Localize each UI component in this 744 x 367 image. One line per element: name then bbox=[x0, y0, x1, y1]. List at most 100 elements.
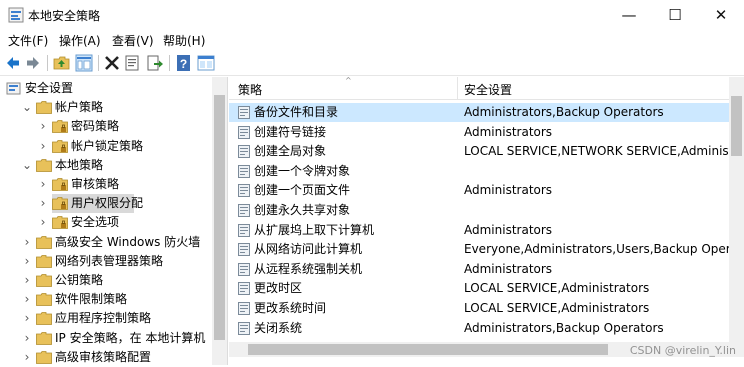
policy-row[interactable]: 从远程系统强制关机 Administrators bbox=[229, 260, 729, 279]
policy-security-setting: Administrators,Backup Operators bbox=[464, 105, 664, 119]
policy-row[interactable]: 创建一个令牌对象 bbox=[229, 162, 729, 181]
security-settings-icon bbox=[6, 82, 21, 95]
expand-chevron-icon[interactable]: › bbox=[22, 309, 32, 328]
policy-row[interactable]: 创建一个页面文件 Administrators bbox=[229, 181, 729, 200]
policy-name: 从扩展坞上取下计算机 bbox=[254, 223, 375, 237]
policy-name: 更改系统时间 bbox=[254, 301, 327, 315]
policy-item-icon bbox=[238, 302, 250, 315]
policy-name: 创建符号链接 bbox=[254, 125, 327, 139]
svg-text:?: ? bbox=[180, 57, 187, 71]
expand-chevron-icon[interactable]: › bbox=[38, 117, 48, 136]
policy-folder-icon bbox=[36, 101, 52, 114]
menu-help[interactable]: 帮助(H) bbox=[163, 32, 205, 49]
policy-security-setting: LOCAL SERVICE,Administrators bbox=[464, 301, 650, 315]
policy-name: 创建一个页面文件 bbox=[254, 183, 351, 197]
list-scroll-thumb[interactable] bbox=[731, 96, 742, 156]
policy-row[interactable]: 关闭系统 Administrators,Backup Operators bbox=[229, 319, 729, 338]
expand-chevron-icon[interactable]: › bbox=[38, 213, 48, 232]
policy-row[interactable]: 备份文件和目录 Administrators,Backup Operators bbox=[229, 103, 729, 122]
policy-folder-icon bbox=[52, 216, 68, 229]
policy-folder-icon bbox=[52, 178, 68, 191]
policy-item-icon bbox=[238, 106, 250, 119]
policy-row[interactable]: 更改系统时间 LOCAL SERVICE,Administrators bbox=[229, 299, 729, 318]
help-icon[interactable]: ? bbox=[175, 54, 193, 72]
policy-folder-icon bbox=[36, 159, 52, 172]
toolbar: ? bbox=[0, 51, 744, 76]
policy-name: 从网络访问此计算机 bbox=[254, 242, 363, 256]
policy-row[interactable]: 从网络访问此计算机 Everyone,Administrators,Users,B… bbox=[229, 240, 729, 259]
policy-name: 创建永久共享对象 bbox=[254, 203, 351, 217]
policy-name: 从远程系统强制关机 bbox=[254, 262, 363, 276]
tree-node-label: 用户权限分配 bbox=[71, 196, 144, 210]
tree-node-label: 应用程序控制策略 bbox=[55, 311, 152, 325]
forward-icon[interactable] bbox=[24, 54, 42, 72]
security-policy-app-icon bbox=[8, 7, 24, 23]
policy-item-icon bbox=[238, 165, 250, 178]
close-button[interactable]: ✕ bbox=[698, 0, 744, 30]
delete-icon[interactable] bbox=[103, 54, 121, 72]
menu-file[interactable]: 文件(F) bbox=[8, 32, 48, 49]
policy-folder-icon bbox=[52, 120, 68, 133]
policy-security-setting: Administrators bbox=[464, 223, 553, 237]
policy-row[interactable]: 创建永久共享对象 bbox=[229, 201, 729, 220]
policy-security-setting: LOCAL SERVICE,Administrators bbox=[464, 281, 650, 295]
tree-scroll-thumb[interactable] bbox=[214, 95, 225, 340]
expand-chevron-icon[interactable]: › bbox=[22, 271, 32, 290]
tree-node-label: IP 安全策略，在 本地计算机 bbox=[55, 331, 206, 345]
export-icon[interactable] bbox=[146, 54, 164, 72]
policy-row[interactable]: 更改时区 LOCAL SERVICE,Administrators bbox=[229, 279, 729, 298]
policy-name: 备份文件和目录 bbox=[254, 105, 339, 119]
policy-security-setting: LOCAL SERVICE,NETWORK SERVICE,Administra… bbox=[464, 144, 729, 158]
menu-action[interactable]: 操作(A) bbox=[59, 32, 101, 49]
tree-node-label: 安全设置 bbox=[25, 81, 74, 95]
tree-node-label: 密码策略 bbox=[71, 119, 120, 133]
properties-icon[interactable] bbox=[124, 54, 142, 72]
back-icon[interactable] bbox=[4, 54, 22, 72]
expand-chevron-icon[interactable]: › bbox=[38, 137, 48, 156]
show-hide-tree-icon[interactable] bbox=[75, 54, 93, 72]
title-bar: 本地安全策略 — ☐ ✕ bbox=[0, 0, 744, 30]
tree-node-label: 高级审核策略配置 bbox=[55, 350, 152, 364]
list-hscroll-thumb[interactable] bbox=[248, 344, 608, 355]
toolbar-separator bbox=[47, 55, 48, 71]
expand-chevron-icon[interactable]: › bbox=[22, 290, 32, 309]
policy-security-setting: Administrators,Backup Operators bbox=[464, 321, 664, 335]
expand-chevron-icon[interactable]: › bbox=[22, 252, 32, 271]
toolbar-separator bbox=[98, 55, 99, 71]
policy-name: 关闭系统 bbox=[254, 321, 303, 335]
tree-node-label: 帐户锁定策略 bbox=[71, 139, 144, 153]
up-folder-icon[interactable] bbox=[53, 54, 71, 72]
maximize-button[interactable]: ☐ bbox=[652, 0, 698, 30]
console-icon[interactable] bbox=[197, 54, 215, 72]
policy-row[interactable]: 创建全局对象 LOCAL SERVICE,NETWORK SERVICE,Admi… bbox=[229, 142, 729, 161]
policy-folder-icon bbox=[36, 236, 52, 249]
policy-folder-icon bbox=[52, 140, 68, 153]
expand-chevron-icon[interactable]: › bbox=[22, 348, 32, 367]
watermark: CSDN @virelin_Y.lin bbox=[629, 344, 736, 357]
menu-view[interactable]: 查看(V) bbox=[112, 32, 154, 49]
expand-chevron-icon[interactable]: › bbox=[38, 175, 48, 194]
column-header-security[interactable]: 安全设置 bbox=[464, 81, 512, 98]
expand-chevron-icon[interactable]: › bbox=[22, 329, 32, 348]
expand-chevron-icon[interactable]: › bbox=[22, 233, 32, 252]
list-header: 策略 ^ 安全设置 bbox=[229, 76, 729, 100]
collapse-chevron-icon[interactable]: ⌄ bbox=[22, 98, 32, 117]
policy-folder-icon bbox=[52, 197, 68, 210]
policy-item-icon bbox=[238, 224, 250, 237]
policy-item-icon bbox=[238, 145, 250, 158]
minimize-button[interactable]: — bbox=[606, 0, 652, 30]
policy-item-icon bbox=[238, 204, 250, 217]
expand-chevron-icon[interactable]: › bbox=[38, 194, 48, 213]
collapse-chevron-icon[interactable]: ⌄ bbox=[22, 156, 32, 175]
tree-node-label: 审核策略 bbox=[71, 177, 120, 191]
policy-name: 创建一个令牌对象 bbox=[254, 164, 351, 178]
policy-item-icon bbox=[238, 322, 250, 335]
policy-name: 创建全局对象 bbox=[254, 144, 327, 158]
policy-security-setting: Administrators bbox=[464, 183, 553, 197]
policy-row[interactable]: 创建符号链接 Administrators bbox=[229, 123, 729, 142]
column-divider[interactable] bbox=[457, 77, 458, 99]
policy-item-icon bbox=[238, 263, 250, 276]
column-header-policy[interactable]: 策略 bbox=[238, 81, 262, 98]
policy-row[interactable]: 从扩展坞上取下计算机 Administrators bbox=[229, 221, 729, 240]
policy-folder-icon bbox=[36, 255, 52, 268]
